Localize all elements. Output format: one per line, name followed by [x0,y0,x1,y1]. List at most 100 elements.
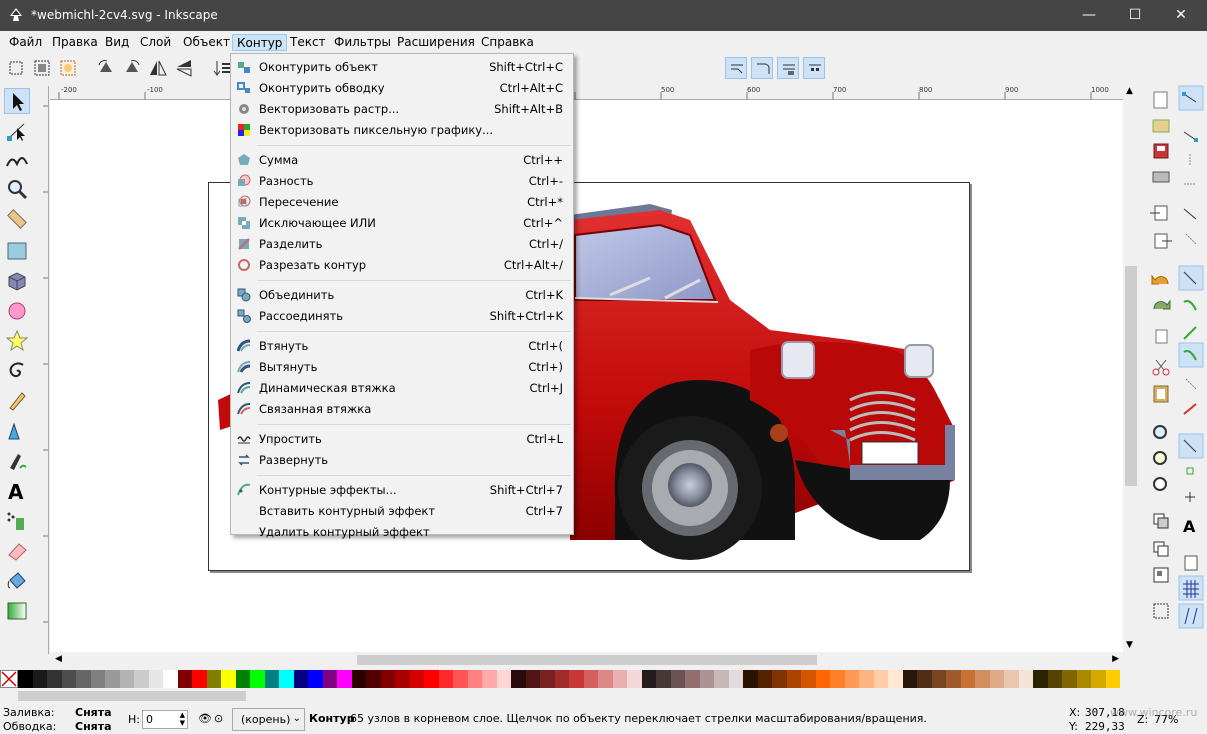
color-swatch[interactable] [830,670,845,688]
color-swatch[interactable] [612,670,627,688]
color-swatch[interactable] [322,670,337,688]
path-menu-item[interactable]: Вытянуть Ctrl+) [233,357,571,377]
color-swatch[interactable] [351,670,366,688]
horizontal-scroll-thumb[interactable] [357,655,817,665]
color-swatch[interactable] [395,670,410,688]
color-swatch[interactable] [337,670,352,688]
move-patterns-toggle[interactable] [803,57,825,79]
close-button[interactable]: ✕ [1158,0,1204,31]
color-swatch[interactable] [583,670,598,688]
color-swatch[interactable] [119,670,134,688]
path-menu-item[interactable]: Контурные эффекты... Shift+Ctrl+7 [233,480,571,500]
star-tool-icon[interactable] [4,328,30,354]
color-swatch[interactable] [975,670,990,688]
menu-help[interactable]: Справка [477,34,538,51]
color-swatch[interactable] [482,670,497,688]
color-swatch[interactable] [844,670,859,688]
stroke-value[interactable]: Снята [75,720,112,733]
node-tool-icon[interactable] [4,118,30,144]
color-swatch[interactable] [293,670,308,688]
menu-path[interactable]: Контур [232,34,288,51]
paint-bucket-tool-icon[interactable] [4,568,30,594]
rectangle-tool-icon[interactable] [4,238,30,264]
color-swatch[interactable] [409,670,424,688]
color-swatch[interactable] [235,670,250,688]
color-swatch[interactable] [511,670,526,688]
scale-corners-toggle[interactable] [751,57,773,79]
color-swatch[interactable] [670,670,685,688]
color-swatch[interactable] [1047,670,1062,688]
path-menu-item[interactable]: Втянуть Ctrl+( [233,336,571,356]
text-tool-icon[interactable]: A [4,478,30,504]
measure-tool-icon[interactable] [4,206,30,232]
color-swatch[interactable] [772,670,787,688]
color-swatch[interactable] [1105,670,1120,688]
calligraphy-tool-icon[interactable] [4,448,30,474]
select-all-layers-icon[interactable] [31,57,53,79]
spin-down-icon[interactable]: ▼ [180,719,185,727]
layer-eye-icon[interactable]: 👁 [198,712,212,725]
color-swatch[interactable] [1062,670,1077,688]
color-swatch[interactable] [888,670,903,688]
scroll-down-icon[interactable]: ▼ [1126,640,1133,650]
path-menu-item[interactable]: Векторизовать пиксельную графику... [233,120,571,140]
spiral-tool-icon[interactable] [4,358,30,384]
color-swatch[interactable] [47,670,62,688]
menu-object[interactable]: Объект [179,34,234,51]
color-swatch[interactable] [641,670,656,688]
color-swatch[interactable] [192,670,207,688]
vertical-scroll-thumb[interactable] [1125,266,1137,486]
circle-tool-icon[interactable] [4,298,30,324]
color-swatch[interactable] [148,670,163,688]
path-menu-item[interactable]: Пересечение Ctrl+* [233,192,571,212]
color-swatch[interactable] [786,670,801,688]
flip-horizontal-icon[interactable] [147,57,169,79]
menu-view[interactable]: Вид [101,34,133,51]
color-swatch[interactable] [105,670,120,688]
vertical-scrollbar[interactable]: ▲ ▼ [1123,86,1139,654]
layer-lock-icon[interactable]: ⊙ [214,712,223,725]
fill-value[interactable]: Снята [75,706,112,719]
scale-stroke-toggle[interactable] [725,57,747,79]
color-swatch[interactable] [76,670,91,688]
color-swatch[interactable] [453,670,468,688]
color-swatch[interactable] [554,670,569,688]
color-swatch[interactable] [902,670,917,688]
color-swatch[interactable] [496,670,511,688]
pencil-tool-icon[interactable] [4,388,30,414]
color-swatch[interactable] [931,670,946,688]
color-swatch[interactable] [163,670,178,688]
menu-file[interactable]: Файл [5,34,46,51]
color-swatch[interactable] [177,670,192,688]
path-menu-item[interactable]: Разделить Ctrl+/ [233,234,571,254]
pen-tool-icon[interactable] [4,418,30,444]
path-menu-item[interactable]: Рассоединять Shift+Ctrl+K [233,306,571,326]
zoom-tool-icon[interactable] [4,176,30,202]
path-menu-item[interactable]: Оконтурить объект Shift+Ctrl+C [233,57,571,77]
color-swatch[interactable] [438,670,453,688]
color-swatch[interactable] [1004,670,1019,688]
color-swatch[interactable] [699,670,714,688]
color-palette[interactable] [0,670,1207,688]
opacity-spinbox[interactable]: 0 ▲ ▼ [142,710,188,729]
path-menu-item[interactable]: Исключающее ИЛИ Ctrl+^ [233,213,571,233]
color-swatch[interactable] [859,670,874,688]
rotate-ccw-icon[interactable] [95,57,117,79]
path-menu-item[interactable]: Объединить Ctrl+K [233,285,571,305]
palette-scrollbar[interactable] [0,688,1207,704]
car-drawing[interactable] [50,100,1123,652]
color-swatch[interactable] [540,670,555,688]
gradient-tool-icon[interactable] [4,598,30,624]
color-swatch[interactable] [424,670,439,688]
scroll-left-icon[interactable]: ◀ [55,654,62,664]
path-menu-item[interactable]: Развернуть [233,450,571,470]
color-swatch[interactable] [206,670,221,688]
color-swatch[interactable] [873,670,888,688]
menu-text[interactable]: Текст [286,34,330,51]
path-menu-item[interactable]: Динамическая втяжка Ctrl+J [233,378,571,398]
maximize-button[interactable]: ☐ [1112,0,1158,31]
color-swatch[interactable] [250,670,265,688]
color-swatch[interactable] [743,670,758,688]
color-swatch[interactable] [757,670,772,688]
color-swatch[interactable] [221,670,236,688]
